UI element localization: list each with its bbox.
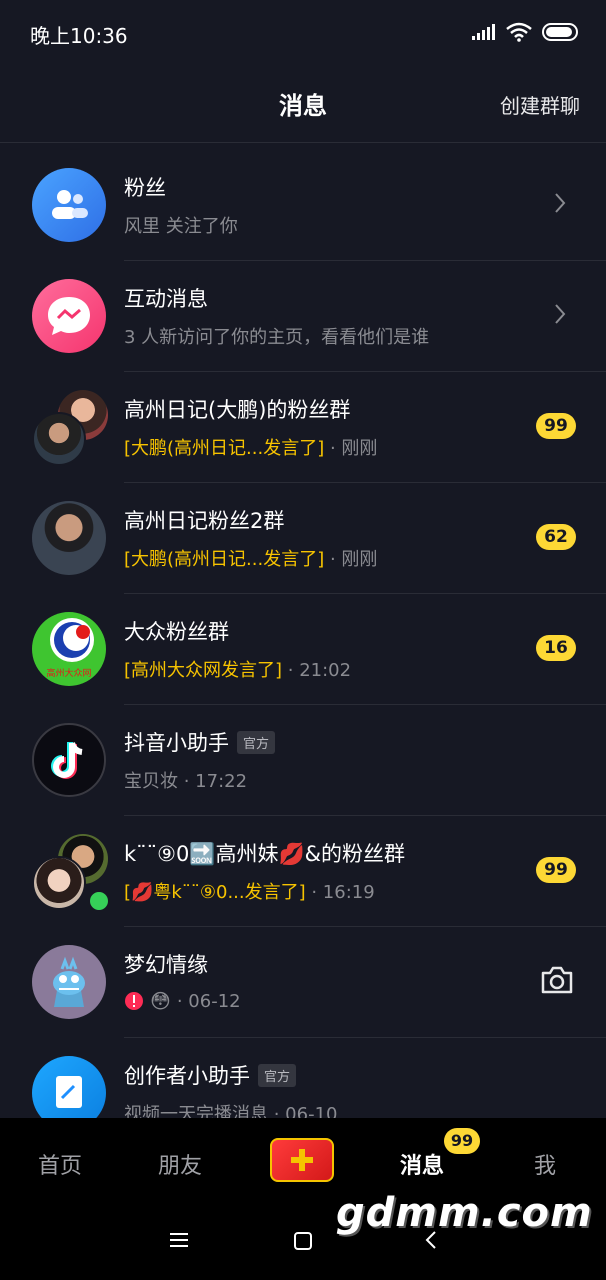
group-avatar: 高州大众网 — [32, 612, 106, 686]
official-tag: 官方 — [258, 1063, 297, 1087]
list-item-creator-assistant[interactable]: 创作者小助手 官方 视频一天完播消息 · 06-10 — [0, 1038, 606, 1118]
back-icon[interactable] — [424, 1230, 438, 1250]
signal-icon — [472, 24, 495, 40]
item-sub: 3 人新访问了你的主页，看看他们是谁 — [124, 327, 430, 348]
edit-doc-icon — [56, 1076, 82, 1108]
group-avatar — [32, 390, 108, 466]
creator-avatar — [32, 1056, 106, 1118]
header: 消息 创建群聊 — [0, 66, 606, 143]
item-sub: [💋粤k¨¨⑨0...发言了] · 16:19 — [124, 882, 375, 903]
unread-badge: 16 — [536, 635, 576, 661]
item-name: 创作者小助手 官方 — [124, 1060, 297, 1090]
fans-avatar — [32, 168, 106, 242]
assistant-avatar — [32, 723, 106, 797]
list-item-group[interactable]: k¨¨⑨0🔜高州妹💋&的粉丝群 [💋粤k¨¨⑨0...发言了] · 16:19 … — [0, 816, 606, 927]
item-sub: [高州大众网发言了] · 21:02 — [124, 660, 352, 681]
item-sub: 宝贝妆 · 17:22 — [124, 771, 248, 792]
chevron-right-icon — [555, 193, 566, 213]
logo-text: 高州大众网 — [46, 669, 92, 679]
tab-friends[interactable]: 朋友 — [158, 1148, 202, 1180]
list-item-group[interactable]: 高州大众网 大众粉丝群 [高州大众网发言了] · 21:02 16 — [0, 594, 606, 705]
chat-avatar — [32, 945, 106, 1019]
create-post-button[interactable] — [270, 1138, 334, 1182]
system-nav-bar — [0, 1210, 606, 1280]
group-avatar — [32, 501, 106, 575]
member-avatar — [32, 856, 86, 910]
status-time: 晚上10:36 — [30, 24, 128, 48]
item-sub: 视频一天完播消息 · 06-10 — [124, 1104, 338, 1118]
item-name: 抖音小助手 官方 — [124, 727, 276, 757]
group-avatar — [32, 834, 110, 912]
official-tag: 官方 — [237, 730, 276, 754]
chevron-right-icon — [555, 304, 566, 324]
member-avatar — [32, 412, 86, 466]
unread-badge: 99 — [536, 857, 576, 883]
status-bar: 晚上10:36 — [0, 0, 606, 66]
tab-me[interactable]: 我 — [534, 1148, 556, 1180]
create-group-button[interactable]: 创建群聊 — [500, 90, 580, 119]
list-item-assistant[interactable]: 抖音小助手 官方 宝贝妆 · 17:22 — [0, 705, 606, 816]
bottom-bar: 首页 朋友 消息 99 我 gdmm.com — [0, 1118, 606, 1280]
item-name: 互动消息 — [124, 287, 208, 311]
item-name: 高州日记粉丝2群 — [124, 509, 285, 533]
item-sub: [大鹏(高州日记...发言了] · 刚刚 — [124, 438, 378, 459]
item-name: 梦幻情缘 — [124, 953, 208, 977]
item-sub: 风里 关注了你 — [124, 216, 238, 237]
tab-messages[interactable]: 消息 — [400, 1148, 444, 1180]
emoji: 😳 — [150, 989, 171, 1013]
status-icons — [472, 22, 580, 42]
tab-unread-badge: 99 — [444, 1128, 480, 1154]
list-item-interactions[interactable]: 互动消息 3 人新访问了你的主页，看看他们是谁 — [0, 261, 606, 372]
tiktok-icon — [51, 742, 83, 779]
item-name: 高州日记(大鹏)的粉丝群 — [124, 398, 351, 422]
item-name: 粉丝 — [124, 176, 166, 200]
battery-icon — [542, 23, 578, 41]
item-sub: 😳 · 06-12 — [124, 989, 241, 1013]
interactions-avatar — [32, 279, 106, 353]
unread-badge: 99 — [536, 413, 576, 439]
home-icon[interactable] — [294, 1232, 312, 1250]
list-item-chat[interactable]: 梦幻情缘 😳 · 06-12 — [0, 927, 606, 1038]
list-item-fans[interactable]: 粉丝 风里 关注了你 — [0, 150, 606, 261]
list-item-group[interactable]: 高州日记粉丝2群 [大鹏(高州日记...发言了] · 刚刚 62 — [0, 483, 606, 594]
item-sub: [大鹏(高州日记...发言了] · 刚刚 — [124, 549, 378, 570]
camera-icon[interactable] — [540, 965, 574, 995]
message-bubble-icon — [48, 297, 90, 335]
item-name: k¨¨⑨0🔜高州妹💋&的粉丝群 — [124, 842, 406, 866]
item-name: 大众粉丝群 — [124, 620, 229, 644]
users-icon — [52, 190, 88, 219]
message-list[interactable]: 粉丝 风里 关注了你 互动消息 3 人新访问了你的主页，看看他们是谁 高州日记(… — [0, 150, 606, 1118]
menu-icon[interactable] — [170, 1232, 188, 1248]
monster-icon — [53, 956, 85, 1007]
wifi-icon — [506, 22, 532, 42]
unread-badge: 62 — [536, 524, 576, 550]
tab-home[interactable]: 首页 — [38, 1148, 82, 1180]
online-indicator — [88, 890, 110, 912]
error-icon — [125, 992, 143, 1010]
list-item-group[interactable]: 高州日记(大鹏)的粉丝群 [大鹏(高州日记...发言了] · 刚刚 99 — [0, 372, 606, 483]
plus-icon — [291, 1149, 313, 1171]
